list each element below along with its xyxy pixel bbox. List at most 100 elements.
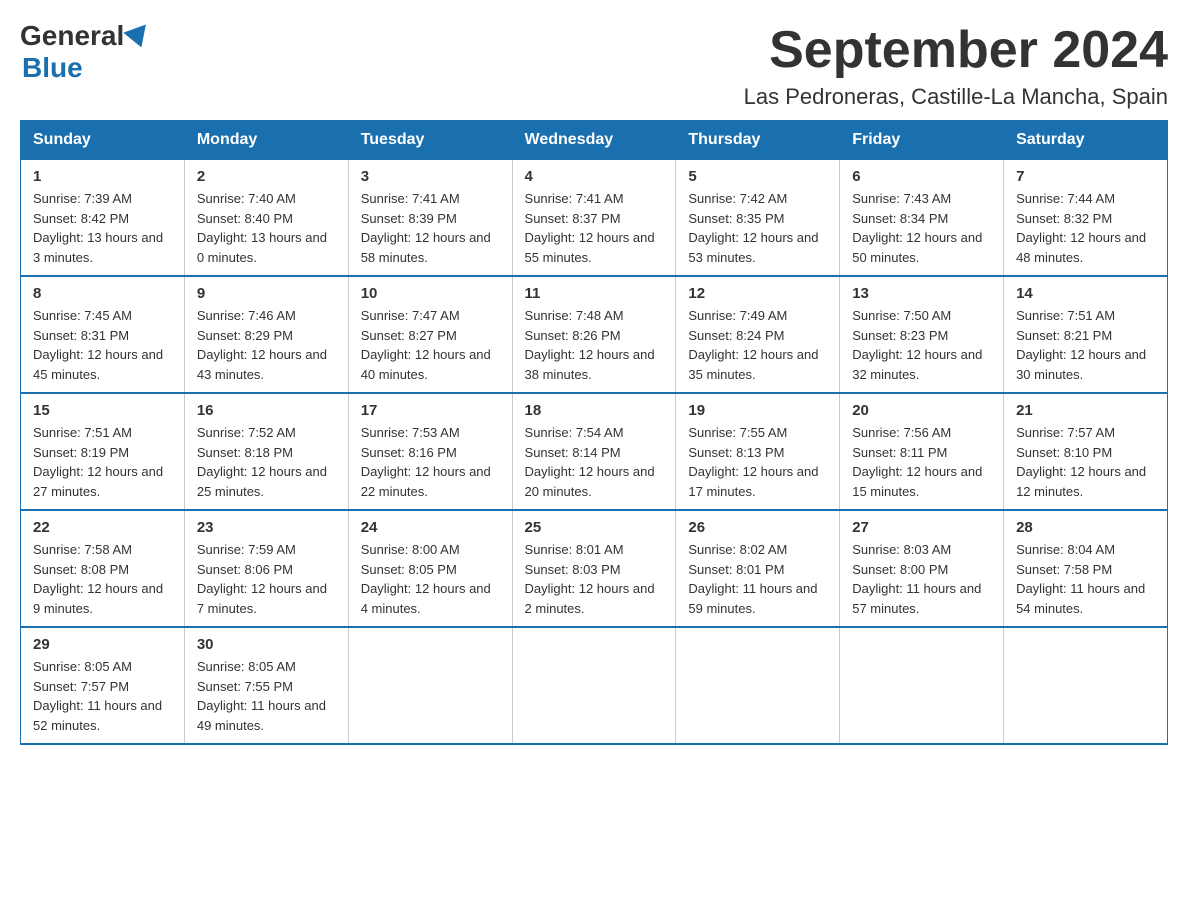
day-number: 18 [525, 402, 664, 419]
calendar-cell: 9 Sunrise: 7:46 AMSunset: 8:29 PMDayligh… [184, 276, 348, 393]
day-number: 10 [361, 285, 500, 302]
day-number: 25 [525, 519, 664, 536]
day-info: Sunrise: 8:01 AMSunset: 8:03 PMDaylight:… [525, 540, 664, 618]
day-number: 21 [1016, 402, 1155, 419]
day-info: Sunrise: 7:44 AMSunset: 8:32 PMDaylight:… [1016, 189, 1155, 267]
day-info: Sunrise: 7:51 AMSunset: 8:19 PMDaylight:… [33, 423, 172, 501]
calendar-cell: 8 Sunrise: 7:45 AMSunset: 8:31 PMDayligh… [21, 276, 185, 393]
calendar-cell: 22 Sunrise: 7:58 AMSunset: 8:08 PMDaylig… [21, 510, 185, 627]
calendar-cell: 15 Sunrise: 7:51 AMSunset: 8:19 PMDaylig… [21, 393, 185, 510]
calendar-cell: 2 Sunrise: 7:40 AMSunset: 8:40 PMDayligh… [184, 160, 348, 277]
calendar-header-row: SundayMondayTuesdayWednesdayThursdayFrid… [21, 121, 1168, 160]
day-info: Sunrise: 7:56 AMSunset: 8:11 PMDaylight:… [852, 423, 991, 501]
column-header-monday: Monday [184, 121, 348, 160]
calendar-week-row: 8 Sunrise: 7:45 AMSunset: 8:31 PMDayligh… [21, 276, 1168, 393]
day-info: Sunrise: 7:57 AMSunset: 8:10 PMDaylight:… [1016, 423, 1155, 501]
calendar-cell: 13 Sunrise: 7:50 AMSunset: 8:23 PMDaylig… [840, 276, 1004, 393]
day-number: 1 [33, 168, 172, 185]
calendar-cell [1004, 627, 1168, 744]
day-info: Sunrise: 7:55 AMSunset: 8:13 PMDaylight:… [688, 423, 827, 501]
day-info: Sunrise: 8:05 AMSunset: 7:57 PMDaylight:… [33, 657, 172, 735]
calendar-cell: 21 Sunrise: 7:57 AMSunset: 8:10 PMDaylig… [1004, 393, 1168, 510]
day-number: 26 [688, 519, 827, 536]
calendar-cell: 3 Sunrise: 7:41 AMSunset: 8:39 PMDayligh… [348, 160, 512, 277]
day-info: Sunrise: 7:46 AMSunset: 8:29 PMDaylight:… [197, 306, 336, 384]
day-number: 29 [33, 636, 172, 653]
day-info: Sunrise: 8:04 AMSunset: 7:58 PMDaylight:… [1016, 540, 1155, 618]
logo-blue-text: Blue [22, 52, 83, 84]
day-number: 15 [33, 402, 172, 419]
calendar-cell: 11 Sunrise: 7:48 AMSunset: 8:26 PMDaylig… [512, 276, 676, 393]
day-number: 19 [688, 402, 827, 419]
page-subtitle: Las Pedroneras, Castille-La Mancha, Spai… [744, 84, 1168, 110]
day-info: Sunrise: 7:48 AMSunset: 8:26 PMDaylight:… [525, 306, 664, 384]
day-number: 12 [688, 285, 827, 302]
day-info: Sunrise: 7:51 AMSunset: 8:21 PMDaylight:… [1016, 306, 1155, 384]
day-number: 16 [197, 402, 336, 419]
column-header-saturday: Saturday [1004, 121, 1168, 160]
logo: General Blue [20, 20, 150, 84]
logo-general-text: General [20, 20, 124, 52]
calendar-cell [840, 627, 1004, 744]
day-info: Sunrise: 8:03 AMSunset: 8:00 PMDaylight:… [852, 540, 991, 618]
calendar-cell: 4 Sunrise: 7:41 AMSunset: 8:37 PMDayligh… [512, 160, 676, 277]
calendar-cell [676, 627, 840, 744]
day-number: 23 [197, 519, 336, 536]
day-number: 3 [361, 168, 500, 185]
calendar-cell: 7 Sunrise: 7:44 AMSunset: 8:32 PMDayligh… [1004, 160, 1168, 277]
day-info: Sunrise: 7:41 AMSunset: 8:39 PMDaylight:… [361, 189, 500, 267]
calendar-cell: 6 Sunrise: 7:43 AMSunset: 8:34 PMDayligh… [840, 160, 1004, 277]
day-number: 22 [33, 519, 172, 536]
day-info: Sunrise: 8:02 AMSunset: 8:01 PMDaylight:… [688, 540, 827, 618]
day-info: Sunrise: 7:43 AMSunset: 8:34 PMDaylight:… [852, 189, 991, 267]
calendar-cell: 1 Sunrise: 7:39 AMSunset: 8:42 PMDayligh… [21, 160, 185, 277]
calendar-cell: 28 Sunrise: 8:04 AMSunset: 7:58 PMDaylig… [1004, 510, 1168, 627]
calendar-cell: 24 Sunrise: 8:00 AMSunset: 8:05 PMDaylig… [348, 510, 512, 627]
calendar-cell: 10 Sunrise: 7:47 AMSunset: 8:27 PMDaylig… [348, 276, 512, 393]
day-number: 24 [361, 519, 500, 536]
logo-triangle-icon [124, 24, 153, 51]
calendar-cell: 5 Sunrise: 7:42 AMSunset: 8:35 PMDayligh… [676, 160, 840, 277]
calendar-cell: 20 Sunrise: 7:56 AMSunset: 8:11 PMDaylig… [840, 393, 1004, 510]
calendar-cell: 12 Sunrise: 7:49 AMSunset: 8:24 PMDaylig… [676, 276, 840, 393]
calendar-cell [512, 627, 676, 744]
day-info: Sunrise: 8:05 AMSunset: 7:55 PMDaylight:… [197, 657, 336, 735]
day-info: Sunrise: 7:39 AMSunset: 8:42 PMDaylight:… [33, 189, 172, 267]
day-number: 4 [525, 168, 664, 185]
calendar-cell: 30 Sunrise: 8:05 AMSunset: 7:55 PMDaylig… [184, 627, 348, 744]
page-title: September 2024 [744, 20, 1168, 80]
day-info: Sunrise: 7:47 AMSunset: 8:27 PMDaylight:… [361, 306, 500, 384]
day-info: Sunrise: 8:00 AMSunset: 8:05 PMDaylight:… [361, 540, 500, 618]
calendar-cell: 17 Sunrise: 7:53 AMSunset: 8:16 PMDaylig… [348, 393, 512, 510]
day-info: Sunrise: 7:59 AMSunset: 8:06 PMDaylight:… [197, 540, 336, 618]
column-header-sunday: Sunday [21, 121, 185, 160]
calendar-cell: 14 Sunrise: 7:51 AMSunset: 8:21 PMDaylig… [1004, 276, 1168, 393]
calendar-cell: 27 Sunrise: 8:03 AMSunset: 8:00 PMDaylig… [840, 510, 1004, 627]
day-number: 13 [852, 285, 991, 302]
day-number: 20 [852, 402, 991, 419]
calendar-week-row: 29 Sunrise: 8:05 AMSunset: 7:57 PMDaylig… [21, 627, 1168, 744]
calendar-cell: 23 Sunrise: 7:59 AMSunset: 8:06 PMDaylig… [184, 510, 348, 627]
day-info: Sunrise: 7:42 AMSunset: 8:35 PMDaylight:… [688, 189, 827, 267]
day-number: 6 [852, 168, 991, 185]
day-number: 9 [197, 285, 336, 302]
day-info: Sunrise: 7:50 AMSunset: 8:23 PMDaylight:… [852, 306, 991, 384]
calendar-cell: 19 Sunrise: 7:55 AMSunset: 8:13 PMDaylig… [676, 393, 840, 510]
column-header-friday: Friday [840, 121, 1004, 160]
day-number: 8 [33, 285, 172, 302]
day-info: Sunrise: 7:45 AMSunset: 8:31 PMDaylight:… [33, 306, 172, 384]
day-number: 30 [197, 636, 336, 653]
day-number: 5 [688, 168, 827, 185]
day-info: Sunrise: 7:40 AMSunset: 8:40 PMDaylight:… [197, 189, 336, 267]
day-info: Sunrise: 7:54 AMSunset: 8:14 PMDaylight:… [525, 423, 664, 501]
day-info: Sunrise: 7:52 AMSunset: 8:18 PMDaylight:… [197, 423, 336, 501]
day-number: 27 [852, 519, 991, 536]
day-info: Sunrise: 7:49 AMSunset: 8:24 PMDaylight:… [688, 306, 827, 384]
calendar-cell [348, 627, 512, 744]
calendar-cell: 16 Sunrise: 7:52 AMSunset: 8:18 PMDaylig… [184, 393, 348, 510]
calendar-week-row: 22 Sunrise: 7:58 AMSunset: 8:08 PMDaylig… [21, 510, 1168, 627]
title-block: September 2024 Las Pedroneras, Castille-… [744, 20, 1168, 110]
calendar-cell: 29 Sunrise: 8:05 AMSunset: 7:57 PMDaylig… [21, 627, 185, 744]
calendar-week-row: 15 Sunrise: 7:51 AMSunset: 8:19 PMDaylig… [21, 393, 1168, 510]
day-number: 17 [361, 402, 500, 419]
